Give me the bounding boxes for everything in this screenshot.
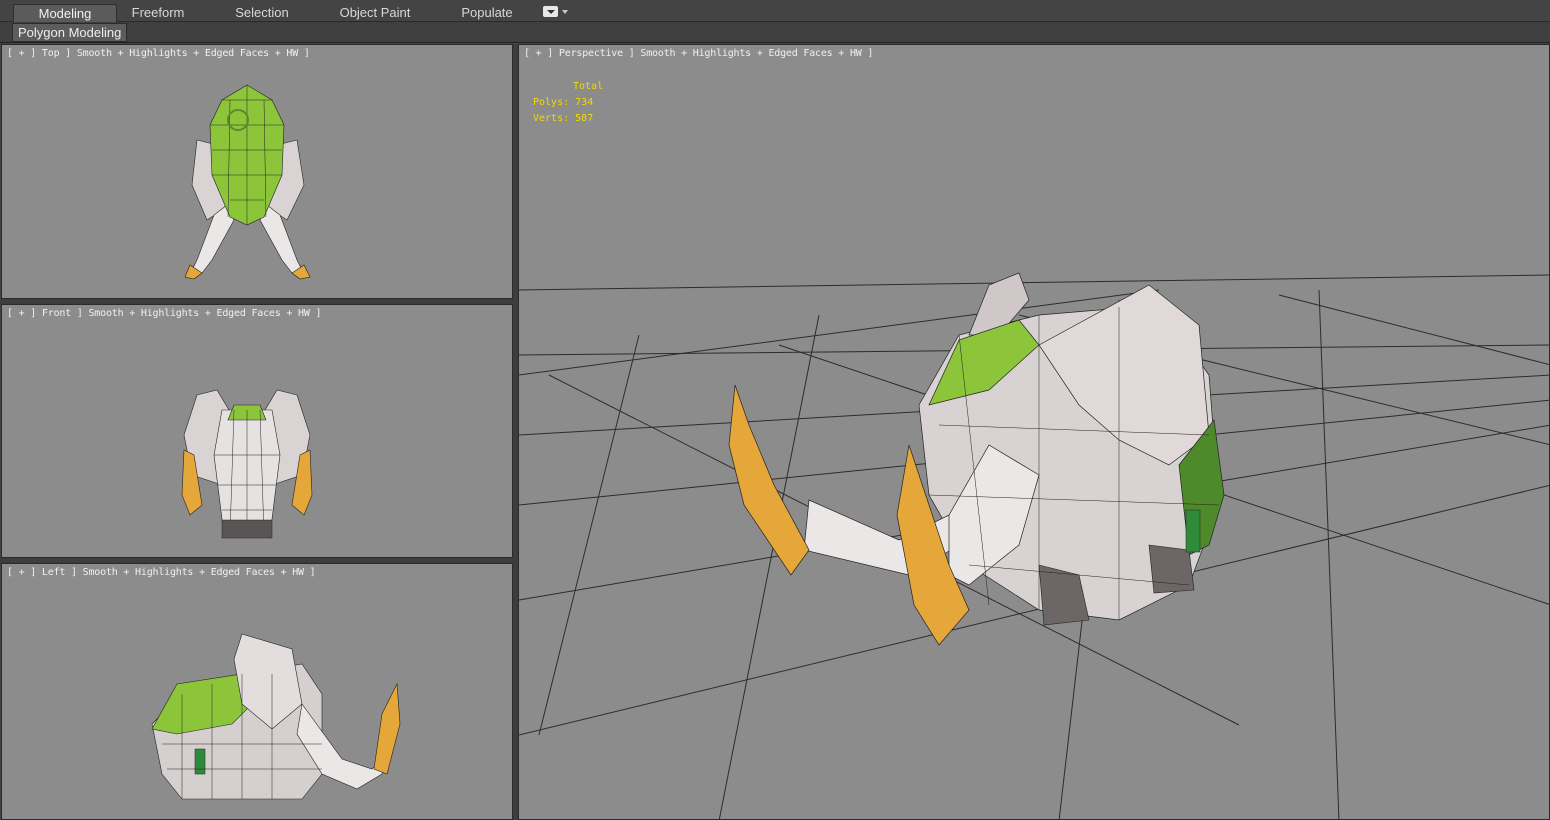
viewport-label-left[interactable]: [ + ] Left ] Smooth + Highlights + Edged… <box>7 567 316 578</box>
elephant-model-top-view <box>184 84 311 280</box>
viewport-top[interactable]: [ + ] Top ] Smooth + Highlights + Edged … <box>1 44 513 299</box>
ribbon-panel-bar: Polygon Modeling <box>0 22 1550 43</box>
stats-verts-value: 587 <box>575 113 594 124</box>
ribbon-toggle-icon <box>543 6 558 17</box>
polygon-statistics-overlay: Total Polys: 734 Verts: 587 <box>533 79 603 127</box>
viewport-perspective[interactable]: [ + ] Perspective ] Smooth + Highlights … <box>518 44 1550 820</box>
viewport-label-top[interactable]: [ + ] Top ] Smooth + Highlights + Edged … <box>7 48 310 59</box>
tab-freeform[interactable]: Freeform <box>117 4 199 22</box>
tab-selection[interactable]: Selection <box>222 4 302 22</box>
stats-polys-row: Polys: 734 <box>533 95 603 111</box>
tab-object-paint[interactable]: Object Paint <box>330 4 420 22</box>
elephant-model-perspective-view <box>728 272 1225 646</box>
ribbon-options-dropdown[interactable] <box>543 6 569 18</box>
ribbon-tab-bar: Modeling Freeform Selection Object Paint… <box>0 0 1550 22</box>
stats-verts-row: Verts: 587 <box>533 111 603 127</box>
viewport-label-perspective[interactable]: [ + ] Perspective ] Smooth + Highlights … <box>524 48 873 59</box>
chevron-down-icon <box>562 10 568 14</box>
viewport-front[interactable]: [ + ] Front ] Smooth + Highlights + Edge… <box>1 304 513 558</box>
elephant-model-left-view <box>151 633 401 800</box>
stats-header: Total <box>573 81 604 92</box>
stats-polys-label: Polys: <box>533 97 570 108</box>
viewport-label-front[interactable]: [ + ] Front ] Smooth + Highlights + Edge… <box>7 308 322 319</box>
viewport-left[interactable]: [ + ] Left ] Smooth + Highlights + Edged… <box>1 563 513 820</box>
tab-populate[interactable]: Populate <box>452 4 522 22</box>
elephant-model-front-view <box>181 389 313 539</box>
polygon-modeling-panel-button[interactable]: Polygon Modeling <box>12 23 128 42</box>
stats-verts-label: Verts: <box>533 113 570 124</box>
stats-polys-value: 734 <box>575 97 594 108</box>
tab-modeling[interactable]: Modeling <box>13 4 117 22</box>
